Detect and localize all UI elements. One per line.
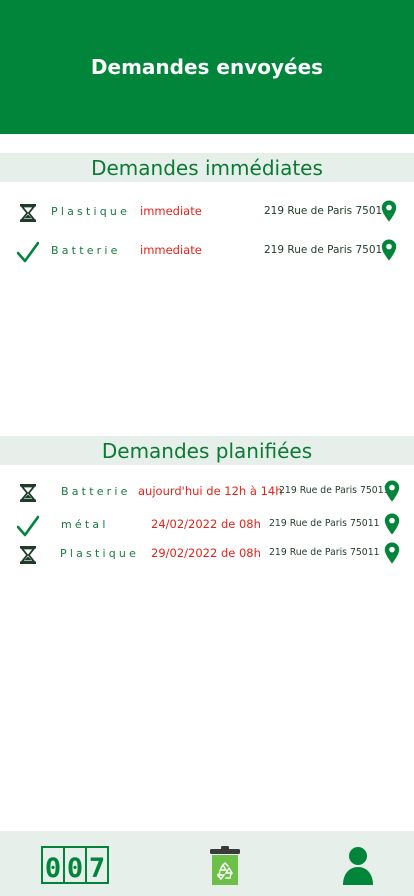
immediate-section-header: Demandes immédiates <box>0 153 414 182</box>
app-header: Demandes envoyées <box>0 0 414 134</box>
material-label: métal <box>61 518 109 531</box>
timing-label: immediate <box>140 204 202 218</box>
material-label: Plastique <box>51 205 131 218</box>
counter-icon[interactable]: 0 0 7 <box>41 846 109 884</box>
address-label: 219 Rue de Paris 75011 <box>264 205 389 217</box>
location-pin-icon[interactable] <box>384 513 400 535</box>
counter-digit: 0 <box>67 853 83 884</box>
material-label: Batterie <box>61 485 131 498</box>
address-label: 219 Rue de Paris 75011 <box>269 547 380 558</box>
request-row[interactable]: Plastique immediate 219 Rue de Paris 750… <box>0 198 414 226</box>
request-row[interactable]: Batterie aujourd'hui de 12h à 14h 219 Ru… <box>0 478 414 506</box>
location-pin-icon[interactable] <box>381 239 397 261</box>
planned-section-header: Demandes planifiées <box>0 436 414 465</box>
address-label: 219 Rue de Paris 75011 <box>269 518 380 529</box>
request-row[interactable]: Batterie immediate 219 Rue de Paris 7501… <box>0 237 414 265</box>
hourglass-icon <box>20 546 36 564</box>
immediate-section-title: Demandes immédiates <box>91 155 323 180</box>
user-icon[interactable] <box>342 846 374 886</box>
location-pin-icon[interactable] <box>384 480 400 502</box>
check-icon <box>17 241 39 263</box>
timing-label: 29/02/2022 de 08h <box>151 546 261 560</box>
request-row[interactable]: métal 24/02/2022 de 08h 219 Rue de Paris… <box>0 511 414 539</box>
counter-digit: 7 <box>89 853 105 884</box>
request-row[interactable]: Plastique 29/02/2022 de 08h 219 Rue de P… <box>0 540 414 568</box>
location-pin-icon[interactable] <box>381 200 397 222</box>
material-label: Plastique <box>60 547 140 560</box>
timing-label: 24/02/2022 de 08h <box>151 517 261 531</box>
counter-digit: 0 <box>45 853 61 884</box>
address-label: 219 Rue de Paris 75011 <box>264 244 389 256</box>
material-label: Batterie <box>51 244 121 257</box>
hourglass-icon <box>20 484 36 502</box>
location-pin-icon[interactable] <box>384 542 400 564</box>
recycle-bin-icon[interactable] <box>209 845 241 886</box>
timing-label: immediate <box>140 243 202 257</box>
timing-label: aujourd'hui de 12h à 14h <box>138 484 283 498</box>
address-label: 219 Rue de Paris 75011 <box>279 485 390 496</box>
page-title: Demandes envoyées <box>90 55 324 79</box>
check-icon <box>17 515 39 537</box>
planned-section-title: Demandes planifiées <box>101 438 313 463</box>
bottom-nav: 0 0 7 <box>0 831 414 896</box>
hourglass-icon <box>20 204 36 222</box>
